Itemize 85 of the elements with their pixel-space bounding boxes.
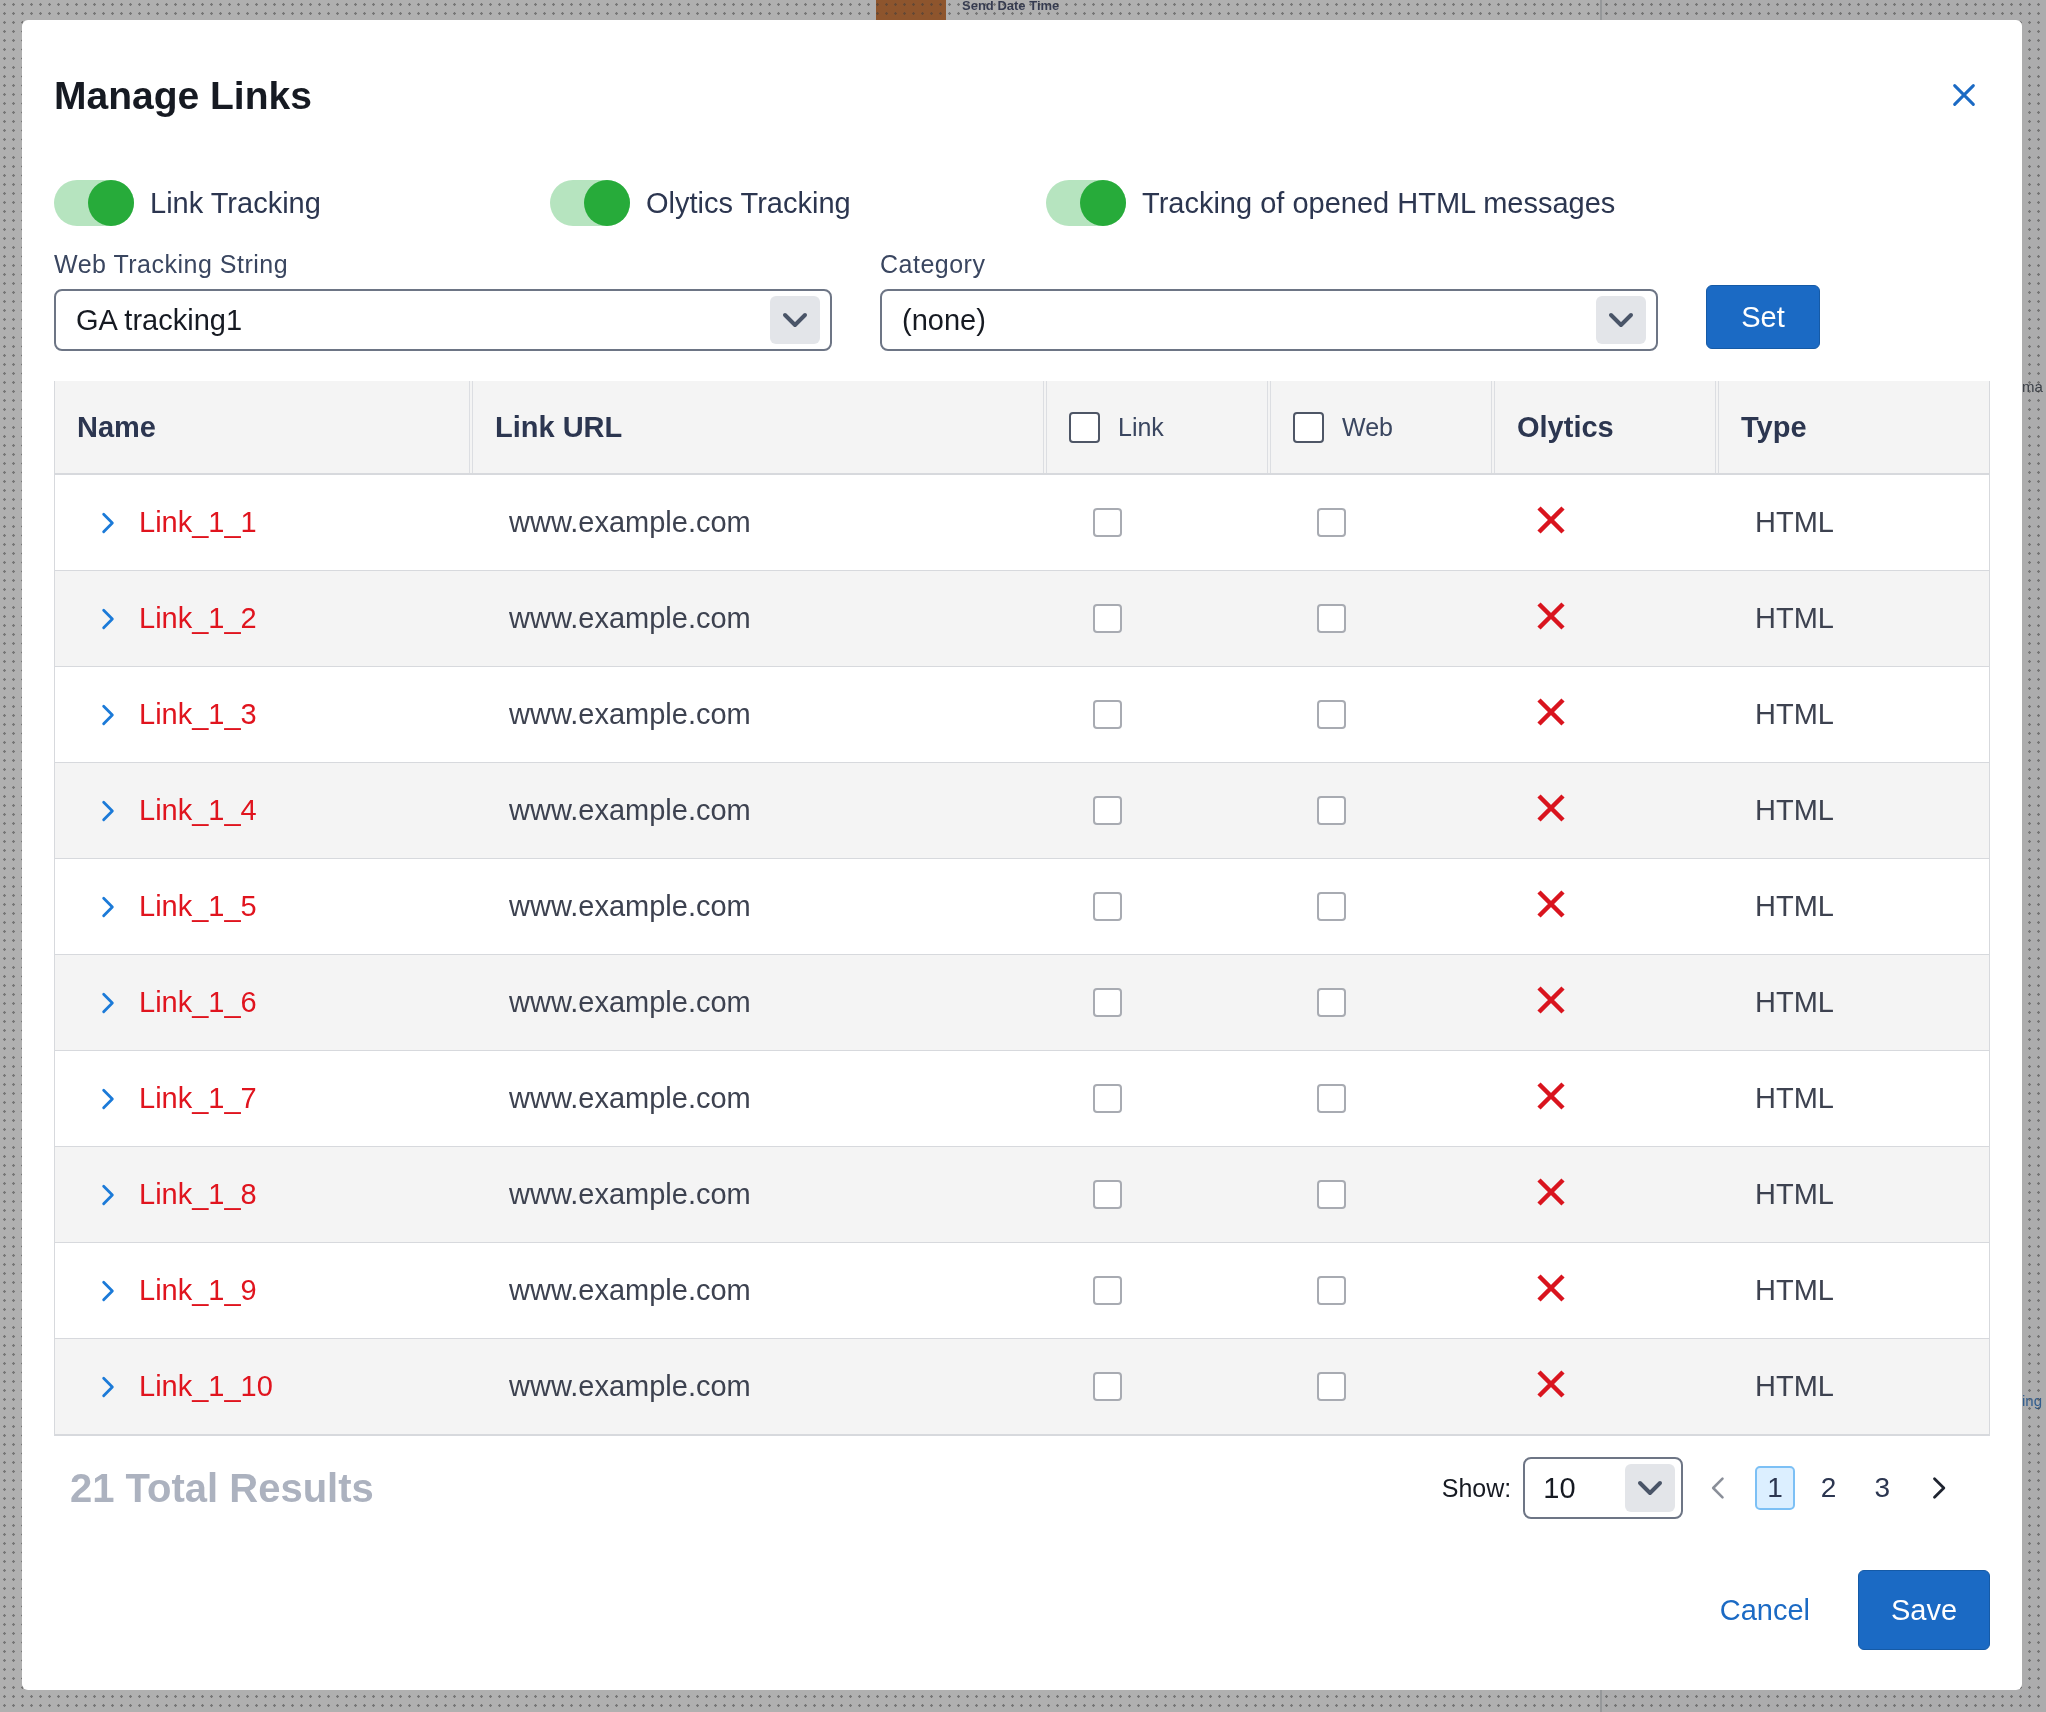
dropdown-field[interactable]: GA tracking1: [54, 289, 832, 351]
link-name[interactable]: Link_1_7: [139, 1082, 257, 1115]
toggle-switch[interactable]: [1046, 180, 1126, 226]
checkbox[interactable]: [1317, 604, 1346, 633]
link-name[interactable]: Link_1_10: [139, 1370, 273, 1403]
link-name[interactable]: Link_1_6: [139, 986, 257, 1019]
caret-icon[interactable]: [1596, 296, 1646, 344]
column-header: Web: [1342, 412, 1393, 442]
link-name[interactable]: Link_1_1: [139, 506, 257, 539]
table-cell-text: www.example.com: [509, 1274, 752, 1307]
checkbox[interactable]: [1317, 1180, 1346, 1209]
checkbox[interactable]: [1093, 508, 1122, 537]
column-header: Link URL: [495, 410, 623, 444]
column-header: Name: [77, 410, 156, 444]
checkbox[interactable]: [1093, 1276, 1122, 1305]
table-cell-text: www.example.com: [509, 1178, 752, 1211]
toggle-switch[interactable]: [550, 180, 630, 226]
table-cell: HTML: [1755, 1370, 1834, 1403]
checkbox[interactable]: [1093, 892, 1122, 921]
table-cell: HTML: [1755, 506, 1834, 539]
checkbox[interactable]: [1093, 604, 1122, 633]
toggle-label: Olytics Tracking: [646, 186, 851, 220]
field-label: Category: [880, 250, 987, 279]
toggle-label: Link Tracking: [150, 186, 321, 220]
table-cell: HTML: [1755, 1082, 1834, 1115]
checkbox[interactable]: [1317, 1276, 1346, 1305]
results-count: 21 Total Results: [69, 1465, 374, 1511]
link-name[interactable]: Link_1_3: [139, 698, 257, 731]
page-number[interactable]: 2: [1808, 1466, 1849, 1510]
checkbox[interactable]: [1293, 411, 1324, 443]
caret-icon[interactable]: [1625, 1464, 1676, 1512]
save-button[interactable]: Save: [1858, 1570, 1990, 1650]
column-header: Link: [1118, 412, 1164, 442]
background-text: ma: [2022, 378, 2043, 395]
table-cell-text: www.example.com: [509, 602, 752, 635]
show-label: Show:: [1441, 1473, 1512, 1503]
table-cell-text: www.example.com: [509, 1370, 752, 1403]
close-icon[interactable]: [1950, 81, 1978, 109]
table-cell: HTML: [1755, 986, 1834, 1019]
caret-icon[interactable]: [770, 296, 820, 344]
table-cell: HTML: [1755, 602, 1834, 635]
checkbox[interactable]: [1317, 1084, 1346, 1113]
page-number[interactable]: 3: [1862, 1466, 1902, 1510]
link-name[interactable]: Link_1_4: [139, 794, 257, 827]
table-cell: HTML: [1755, 794, 1834, 827]
toggle-switch[interactable]: [54, 180, 134, 226]
column-header: Olytics: [1517, 410, 1614, 444]
checkbox[interactable]: [1317, 988, 1346, 1017]
field-label: Web Tracking String: [54, 250, 290, 279]
page-size-dropdown[interactable]: 10: [1523, 1457, 1684, 1519]
checkbox[interactable]: [1093, 1084, 1122, 1113]
checkbox[interactable]: [1093, 796, 1122, 825]
cancel-button[interactable]: Cancel: [1719, 1585, 1810, 1635]
toggle-label: Tracking of opened HTML messages: [1142, 186, 1616, 220]
checkbox[interactable]: [1317, 1372, 1346, 1401]
set-button[interactable]: Set: [1706, 285, 1820, 349]
table-cell-text: www.example.com: [509, 794, 752, 827]
table-cell-text: www.example.com: [509, 1082, 752, 1115]
checkbox[interactable]: [1093, 1372, 1122, 1401]
background-text: ing: [2022, 1392, 2043, 1409]
column-header: Type: [1741, 410, 1807, 444]
table-cell-text: www.example.com: [509, 890, 752, 923]
dropdown-field[interactable]: (none): [880, 289, 1658, 351]
checkbox[interactable]: [1093, 988, 1122, 1017]
send-date-label: Send Date Time: [962, 0, 1060, 11]
checkbox[interactable]: [1093, 700, 1122, 729]
table-cell: HTML: [1755, 1178, 1834, 1211]
checkbox[interactable]: [1317, 796, 1346, 825]
checkbox[interactable]: [1069, 411, 1100, 443]
link-name[interactable]: Link_1_2: [139, 602, 257, 635]
table-cell-text: www.example.com: [509, 698, 752, 731]
table-cell: HTML: [1755, 1274, 1834, 1307]
link-name[interactable]: Link_1_8: [139, 1178, 257, 1211]
table-cell: HTML: [1755, 698, 1834, 731]
table-cell: HTML: [1755, 890, 1834, 923]
table-cell-text: www.example.com: [509, 506, 752, 539]
dialog-title: Manage Links: [54, 74, 312, 118]
page-number[interactable]: 1: [1755, 1466, 1795, 1510]
checkbox[interactable]: [1093, 1180, 1122, 1209]
table-cell-text: www.example.com: [509, 986, 752, 1019]
checkbox[interactable]: [1317, 700, 1346, 729]
checkbox[interactable]: [1317, 508, 1346, 537]
link-name[interactable]: Link_1_9: [139, 1274, 257, 1307]
checkbox[interactable]: [1317, 892, 1346, 921]
link-name[interactable]: Link_1_5: [139, 890, 257, 923]
